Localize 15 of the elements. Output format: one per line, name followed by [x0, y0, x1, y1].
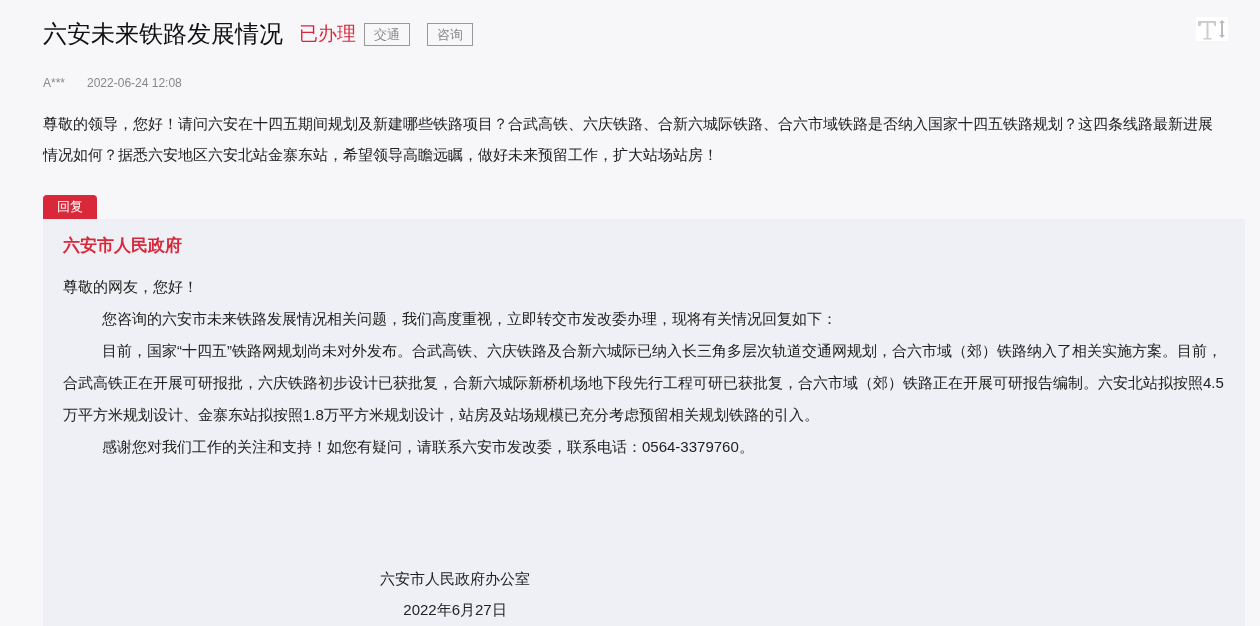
reply-organization: 六安市人民政府	[63, 235, 183, 257]
category-tag[interactable]: 咨询	[427, 22, 473, 46]
status-label: 已办理	[299, 22, 356, 46]
signature-office: 六安市人民政府办公室	[380, 569, 530, 589]
category-tag[interactable]: 交通	[364, 22, 410, 46]
font-size-icon[interactable]	[1196, 17, 1228, 41]
question-text: 尊敬的领导，您好！请问六安在十四五期间规划及新建哪些铁路项目？合武高铁、六庆铁路、合新六城际铁路、合六市域铁路是否纳入国家十四五铁路规划？这四条线路最新进展情况如何？据悉六安地区六安北站金寨东站，希望领导高瞻远瞩，做好未来预留工作，扩大站场站房！	[43, 114, 1214, 165]
page-title: 六安未来铁路发展情况	[43, 19, 283, 49]
reply-paragraph: 尊敬的网友，您好！	[63, 277, 199, 297]
reply-paragraph: 感谢您对我们工作的关注和支持！如您有疑问，请联系六安市发改委，联系电话：0564-3379760。	[101, 437, 755, 457]
author-name: A***	[43, 76, 65, 90]
reply-paragraph: 您咨询的六安市未来铁路发展情况相关问题，我们高度重视，立即转交市发改委办理，现将有关情况回复如下：	[101, 309, 838, 329]
reply-paragraph: 目前，国家“十四五”铁路网规划尚未对外发布。合武高铁、六庆铁路及合新六城际已纳入长三角多层次轨道交通网规划，合六市域（郊）铁路纳入了相关实施方案。目前，合武高铁正在开展可研报批，六庆铁路初步设计已获批复，合新六城际新桥机场地下段先行工程可研已获批复，合六市域（郊）铁路正在开展可研报告编制。六安北站拟按照4.5万平方米规划设计、金寨东站拟按照1.8万平方米规划设计，站房及站场规模已充分考虑预留相关规划铁路的引入。	[63, 341, 1225, 425]
post-date: 2022-06-24 12:08	[87, 76, 182, 90]
signature-date: 2022年6月27日	[403, 600, 507, 620]
